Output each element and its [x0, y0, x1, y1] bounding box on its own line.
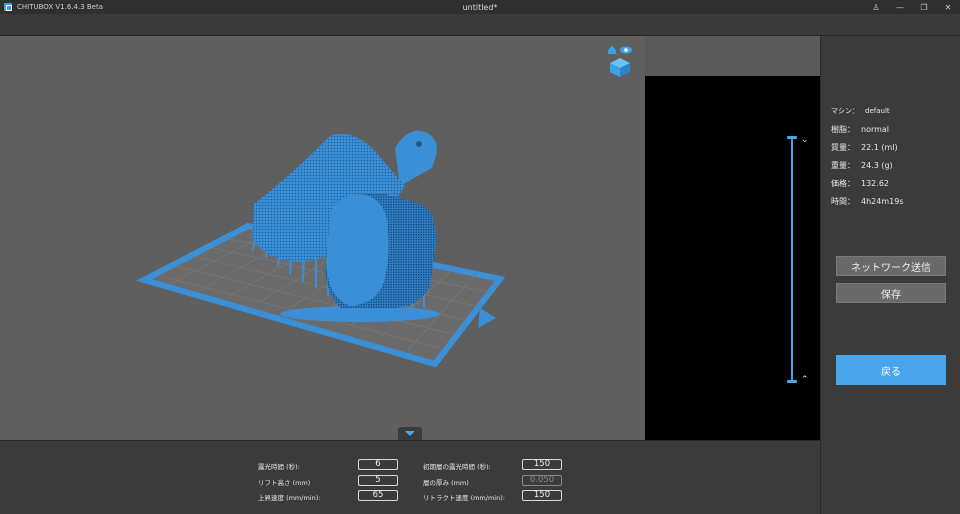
model-scene	[135, 130, 506, 368]
info-panel: マシン： default 樹脂： normal 質量： 22.1 (ml) 重量： 24…	[820, 36, 960, 514]
info-volume: 質量： 22.1 (ml)	[831, 143, 898, 152]
3d-viewport[interactable]	[0, 36, 645, 440]
info-weight: 重量： 24.3 (g)	[831, 161, 893, 170]
info-time: 時間： 4h24m19s	[831, 197, 904, 206]
restore-button[interactable]: ❐	[912, 0, 936, 14]
retract-speed-field[interactable]: 150	[522, 490, 562, 501]
print-params-panel: 露光時間 (秒): 6 リフト高さ (mm) 5 上昇速度 (mm/min): …	[0, 440, 820, 514]
view-cube-icon[interactable]	[606, 44, 634, 78]
collapse-panel-button[interactable]	[398, 427, 422, 440]
info-machine: マシン： default	[831, 107, 890, 115]
chevron-down-icon[interactable]: ⌄	[801, 136, 809, 145]
user-icon[interactable]: ♙	[864, 0, 888, 14]
chevron-up-icon[interactable]: ⌃	[801, 376, 809, 385]
param-label-exposure-time: 露光時間 (秒):	[258, 463, 300, 471]
param-label-layer-height: 層の厚み (mm)	[423, 479, 469, 487]
close-button[interactable]: ✕	[936, 0, 960, 14]
toolbar	[0, 14, 960, 36]
param-label-bottom-exposure: 初期層の露光時間 (秒):	[423, 463, 491, 471]
slider-bottom-handle[interactable]	[787, 380, 797, 383]
save-button[interactable]: 保存	[836, 283, 946, 303]
title-bar: CHITUBOX V1.6.4.3 Beta untitled* ♙ — ❐ ✕	[0, 0, 960, 14]
support-raft	[280, 306, 440, 322]
triangle-down-icon	[405, 431, 415, 436]
layer-preview	[645, 76, 820, 440]
param-label-lift-height: リフト高さ (mm)	[258, 479, 311, 487]
param-label-retract-speed: リトラクト速度 (mm/min):	[423, 494, 505, 502]
document-title: untitled*	[462, 2, 498, 12]
app-name: CHITUBOX V1.6.4.3 Beta	[17, 3, 104, 11]
window-controls: ♙ — ❐ ✕	[864, 0, 960, 14]
preview-header	[645, 36, 820, 76]
slider-top-handle[interactable]	[787, 136, 797, 139]
exposure-time-field[interactable]: 6	[358, 459, 398, 470]
info-resin: 樹脂： normal	[831, 125, 890, 134]
back-button[interactable]: 戻る	[836, 355, 946, 385]
bottom-exposure-field[interactable]: 150	[522, 459, 562, 470]
info-price: 価格： 132.62	[831, 179, 889, 188]
network-send-button[interactable]: ネットワーク送信	[836, 256, 946, 276]
layer-slider[interactable]	[791, 138, 793, 382]
lift-height-field[interactable]: 5	[358, 475, 398, 486]
minimize-button[interactable]: —	[888, 0, 912, 14]
lift-speed-field[interactable]: 65	[358, 490, 398, 501]
param-label-lift-speed: 上昇速度 (mm/min):	[258, 494, 321, 502]
app-logo-icon	[4, 3, 12, 11]
layer-height-field: 0.050	[522, 475, 562, 486]
